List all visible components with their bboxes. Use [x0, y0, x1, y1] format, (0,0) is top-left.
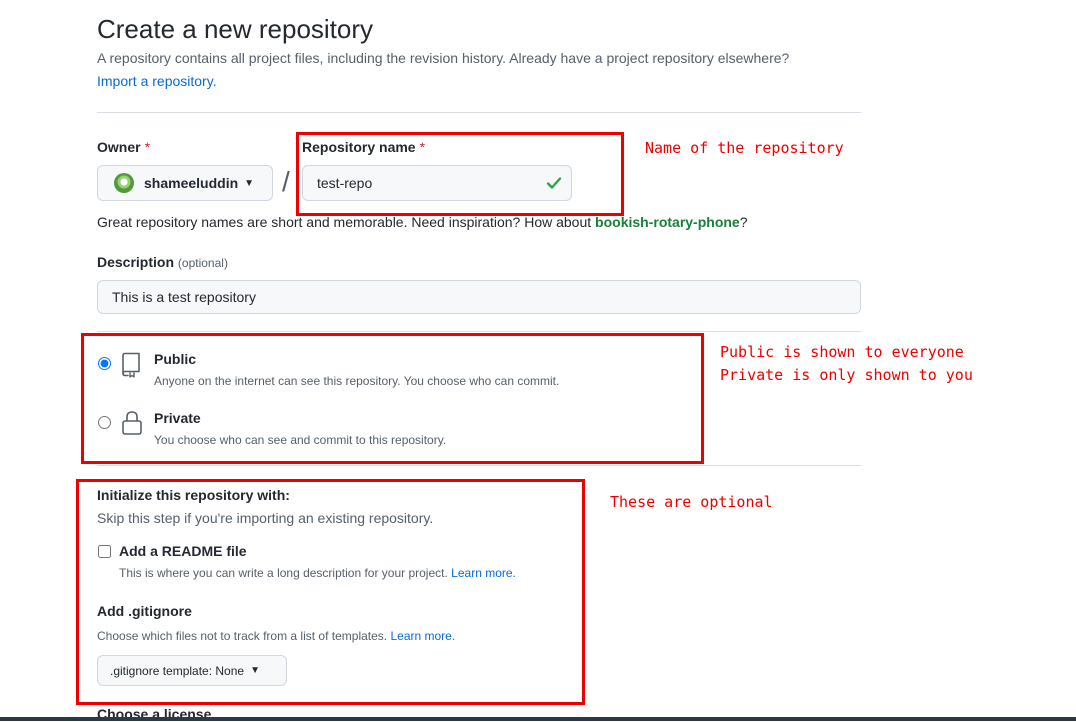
avatar — [114, 173, 134, 193]
bottom-edge-bar — [0, 717, 1076, 721]
caret-down-icon: ▼ — [244, 177, 255, 189]
optional-annotation: These are optional — [610, 493, 773, 511]
name-suggestion-link[interactable]: bookish-rotary-phone — [595, 214, 740, 230]
description-optional: (optional) — [177, 256, 228, 270]
repo-name-hint-text: Great repository names are short and mem… — [97, 214, 592, 230]
repo-name-annotation: Name of the repository — [645, 139, 844, 157]
page-title: Create a new repository — [97, 14, 374, 44]
repo-name-highlight-box — [296, 132, 624, 216]
description-divider — [97, 331, 861, 332]
visibility-divider — [97, 465, 861, 466]
owner-repo-separator: / — [282, 166, 290, 197]
description-label: Description (optional) — [97, 254, 228, 270]
owner-label: Owner * — [97, 139, 150, 155]
visibility-highlight-box — [81, 333, 704, 464]
header-divider — [97, 112, 861, 113]
owner-label-text: Owner — [97, 139, 141, 155]
owner-select-button[interactable]: shameeluddin ▼ — [97, 165, 273, 201]
description-input[interactable] — [97, 280, 861, 314]
description-label-text: Description — [97, 254, 175, 270]
repo-name-hint: Great repository names are short and mem… — [97, 214, 748, 230]
owner-value: shameeluddin — [144, 175, 239, 191]
hint-end: ? — [739, 214, 748, 230]
visibility-annotation-private: Private is only shown to you — [720, 366, 973, 384]
import-repository-link[interactable]: Import a repository. — [97, 73, 217, 89]
owner-required-mark: * — [144, 139, 151, 155]
initialize-highlight-box — [76, 479, 585, 705]
page-subtitle: A repository contains all project files,… — [97, 50, 790, 66]
visibility-annotation-public: Public is shown to everyone — [720, 343, 964, 361]
